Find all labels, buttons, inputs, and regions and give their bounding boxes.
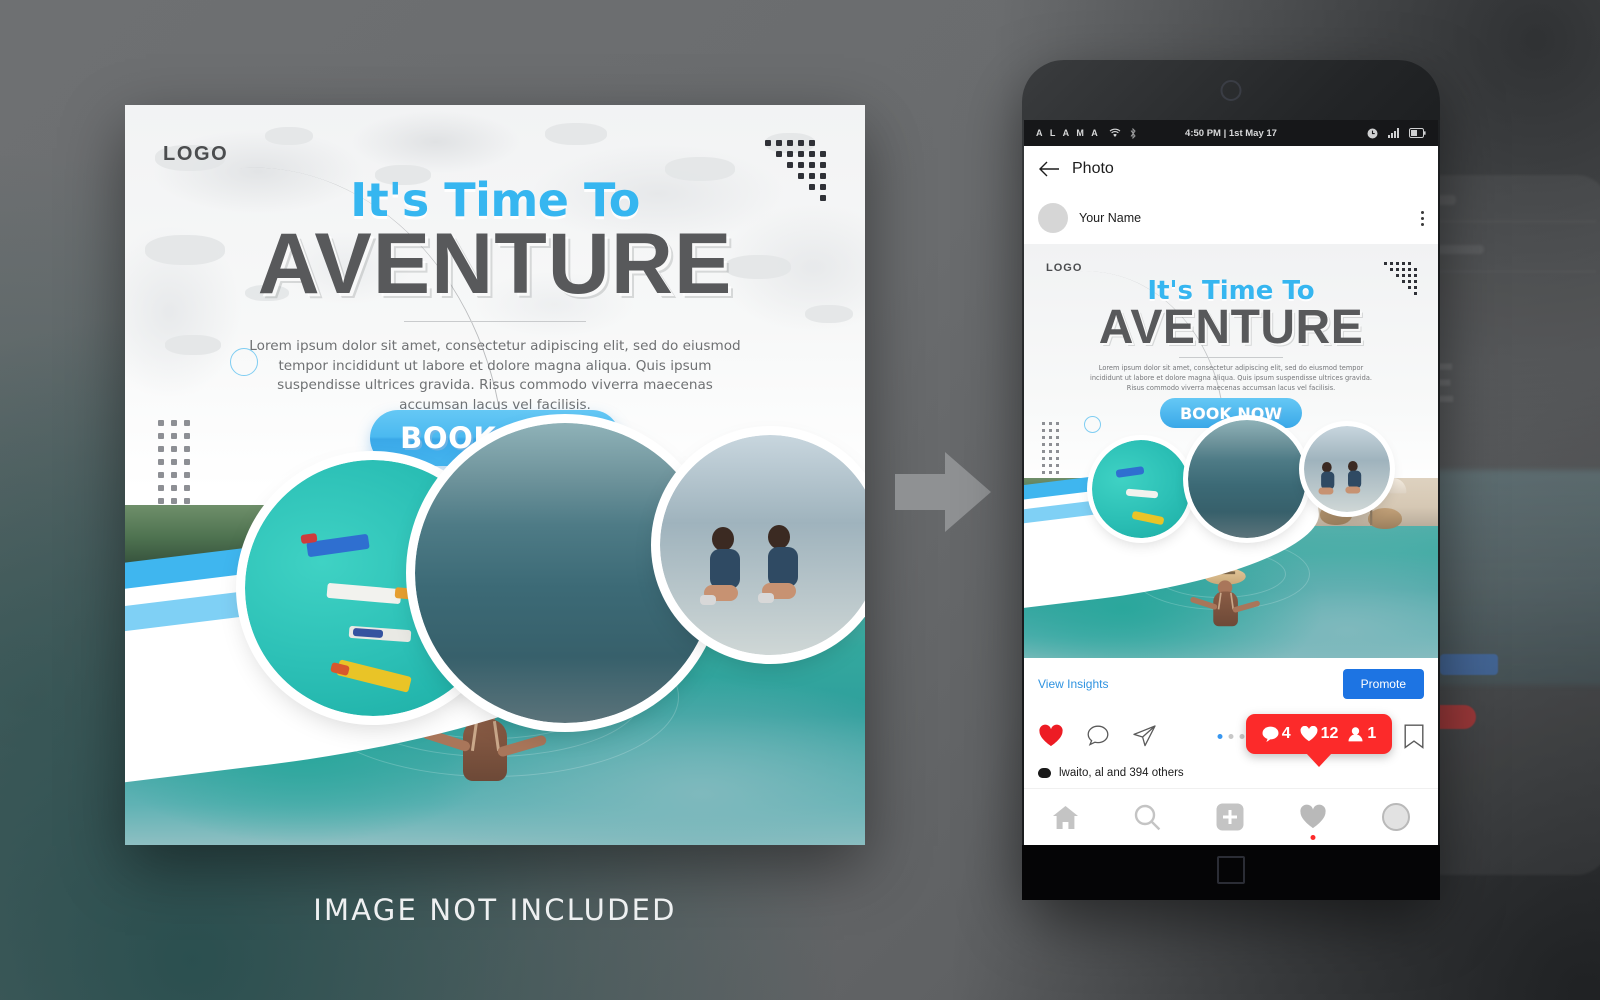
heart-icon[interactable] [1038, 724, 1064, 748]
nav-profile-icon[interactable] [1382, 803, 1411, 831]
bookmark-icon[interactable] [1404, 724, 1424, 749]
post-image-logo: LOGO [1046, 262, 1083, 274]
activity-notification-dot [1310, 835, 1316, 840]
circle-outline-decoration [1084, 416, 1101, 433]
likes-text: lwaito, al and 394 others [1059, 767, 1184, 779]
comment-icon [1262, 726, 1279, 742]
post-photo-circle-dock [1188, 420, 1306, 538]
battery-icon [1409, 128, 1426, 138]
insights-row: View Insights Promote [1024, 658, 1438, 710]
phone-screen: A L A M A 4:50 PM | 1st May 17 Photo You… [1024, 120, 1438, 845]
status-time: 4:50 PM | 1st May 17 [1185, 127, 1277, 139]
status-bar: A L A M A 4:50 PM | 1st May 17 [1024, 120, 1438, 146]
badge-followers-count: 1 [1367, 725, 1377, 742]
dot-grid-column-decoration [1042, 422, 1066, 484]
poster-body-text: Lorem ipsum dolor sit amet, consectetur … [249, 338, 741, 414]
post-photo-circle-aerial [1092, 440, 1190, 538]
photo-circle-car-trunk [660, 435, 865, 655]
post-author-row: Your Name [1024, 192, 1438, 244]
caption-text: IMAGE NOT INCLUDED [313, 893, 677, 927]
back-arrow-icon[interactable] [1038, 161, 1060, 177]
front-camera-icon [1220, 80, 1242, 101]
avatar[interactable] [1038, 203, 1068, 233]
person-icon [1348, 727, 1363, 742]
phone-mockup: A L A M A 4:50 PM | 1st May 17 Photo You… [1022, 60, 1440, 900]
phone-bottom-bezel [1022, 845, 1440, 900]
view-insights-link[interactable]: View Insights [1038, 677, 1108, 691]
badge-comments: 4 [1262, 725, 1291, 743]
likes-avatar [1038, 768, 1051, 778]
post-body-text: Lorem ipsum dolor sit amet, consectetur … [1090, 364, 1372, 392]
phone-top-bezel [1022, 60, 1440, 120]
share-icon[interactable] [1132, 724, 1157, 748]
post-photo-circle-trunk [1304, 426, 1390, 512]
badge-likes-count: 12 [1320, 725, 1339, 742]
headline-divider [404, 321, 586, 322]
home-square-icon[interactable] [1217, 856, 1245, 884]
carousel-dots [1217, 733, 1245, 739]
nav-search-icon[interactable] [1134, 804, 1161, 831]
author-name: Your Name [1079, 211, 1142, 225]
bottom-navigation [1024, 788, 1438, 845]
promote-button[interactable]: Promote [1342, 669, 1424, 699]
nav-activity-icon[interactable] [1299, 804, 1327, 840]
likes-row: lwaito, al and 394 others [1024, 760, 1438, 786]
page-title: Photo [1072, 160, 1114, 177]
signal-icon [1387, 127, 1400, 139]
more-vertical-icon[interactable] [1421, 210, 1424, 226]
nav-add-post-icon[interactable] [1216, 803, 1244, 831]
clock-icon [1367, 128, 1378, 139]
bluetooth-icon [1129, 127, 1137, 139]
badge-likes: 12 [1300, 725, 1339, 743]
engagement-badge: 4 12 1 [1246, 714, 1392, 767]
photo-screen-header: Photo [1024, 146, 1438, 193]
poster-headline: It's Time To AVENTURE [125, 173, 865, 312]
carrier-label: A L A M A [1036, 128, 1101, 138]
headline-main: AVENTURE [257, 216, 733, 312]
post-headline-main: AVENTURE [1098, 301, 1364, 354]
wifi-icon [1109, 128, 1121, 138]
heart-icon [1300, 726, 1317, 742]
ghost-promote-button [1440, 654, 1498, 675]
post-image[interactable]: LOGO It's Time To AVENTURE Lorem ipsum d… [1024, 244, 1438, 658]
badge-followers: 1 [1347, 725, 1376, 743]
badge-comments-count: 4 [1281, 725, 1291, 742]
arrow-right-icon [895, 452, 991, 532]
nav-home-icon[interactable] [1052, 805, 1079, 830]
comment-icon[interactable] [1086, 724, 1110, 748]
poster-logo: LOGO [163, 143, 229, 165]
social-media-poster: LOGO It's Time To AVENTURE Lorem ipsum d… [125, 105, 865, 845]
